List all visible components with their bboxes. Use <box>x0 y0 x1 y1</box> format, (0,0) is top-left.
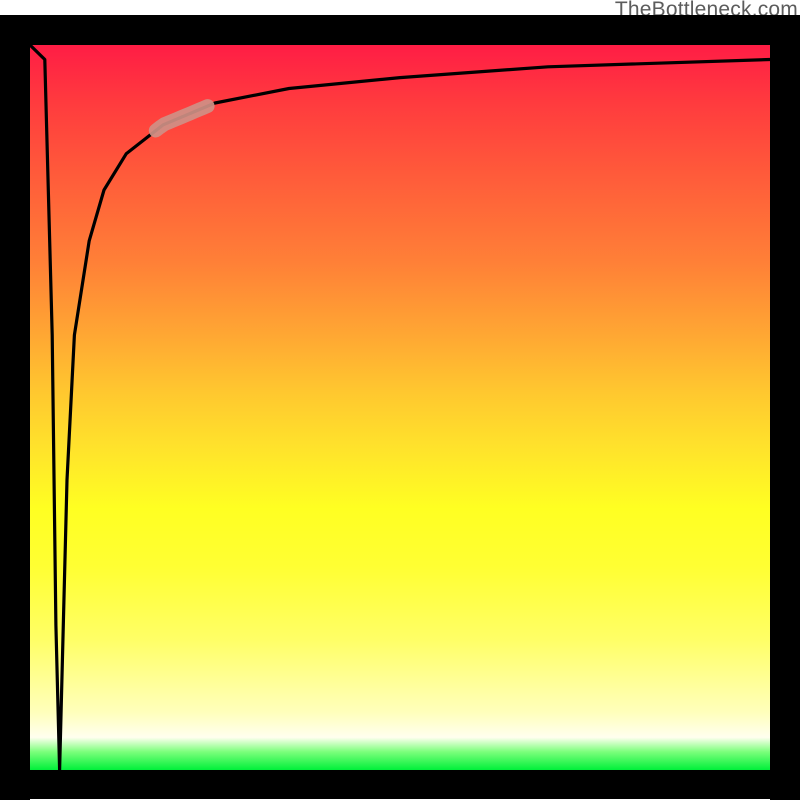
axis-border-right <box>770 15 800 800</box>
chart-frame: TheBottleneck.com <box>0 0 800 800</box>
axis-border-left <box>0 15 30 800</box>
axis-border-bottom <box>0 769 800 799</box>
axis-border-top <box>0 15 800 45</box>
plot-area <box>30 45 770 770</box>
